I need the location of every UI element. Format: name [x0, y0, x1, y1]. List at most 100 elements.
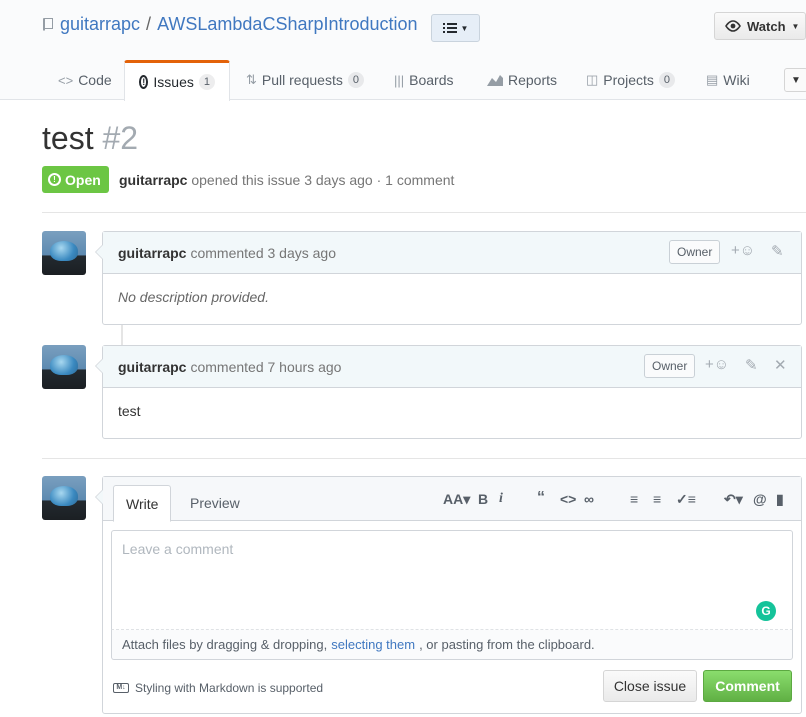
code-icon: <>: [58, 72, 74, 88]
repo-list-menu-button[interactable]: ▼: [431, 14, 480, 42]
tab-wiki[interactable]: ▤ Wiki: [706, 60, 750, 100]
grammarly-icon[interactable]: G: [756, 601, 776, 621]
mention-icon[interactable]: @: [753, 491, 767, 507]
tab-projects[interactable]: ◫ Projects 0: [586, 60, 675, 100]
issues-count-badge: 1: [198, 74, 215, 90]
divider: [42, 212, 806, 213]
pencil-icon[interactable]: ✎: [745, 356, 758, 374]
repo-separator: /: [146, 14, 152, 34]
new-comment-form: Write Preview AA▾ B i “ <> ∞ ≡ ≡ ✓≡ ↶▾ @…: [95, 476, 802, 714]
divider: [42, 458, 806, 459]
tab-pull-requests[interactable]: ⇅ Pull requests 0: [246, 60, 364, 100]
issue-author-link[interactable]: guitarrapc: [119, 172, 187, 188]
quote-icon[interactable]: “: [537, 489, 545, 507]
close-icon[interactable]: ✕: [774, 356, 787, 374]
tab-label: Pull requests: [261, 72, 343, 88]
watch-button[interactable]: Watch ▼: [714, 12, 806, 40]
issue-number: #2: [102, 120, 139, 156]
avatar[interactable]: [42, 345, 86, 389]
comment-card: guitarrapc commented 7 hours ago Owner +…: [95, 345, 802, 439]
comment-form-toolbar: Write Preview AA▾ B i “ <> ∞ ≡ ≡ ✓≡ ↶▾ @…: [103, 477, 801, 522]
bold-icon[interactable]: B: [478, 491, 488, 507]
attach-text: Attach files by dragging & dropping,: [122, 637, 328, 652]
boards-icon: |||: [394, 72, 405, 88]
attach-text-suffix: , or pasting from the clipboard.: [419, 637, 595, 652]
comment-submit-button[interactable]: Comment: [703, 670, 792, 702]
tab-boards[interactable]: ||| Boards: [394, 60, 454, 100]
ordered-list-icon[interactable]: ≡: [653, 491, 661, 507]
comment-card: guitarrapc commented 3 days ago Owner +☺…: [95, 231, 802, 325]
pencil-icon[interactable]: ✎: [771, 242, 784, 260]
comment-textarea[interactable]: Leave a comment G: [111, 530, 793, 630]
chevron-down-icon: ▼: [460, 23, 469, 33]
timeline-connector: [121, 325, 123, 346]
issue-meta-text: opened this issue 3 days ago · 1 comment: [191, 172, 455, 188]
tab-reports[interactable]: Reports: [487, 60, 557, 100]
task-list-icon[interactable]: ✓≡: [676, 491, 696, 508]
bookmark-icon[interactable]: ▮: [776, 491, 784, 508]
issue-state-badge: ! Open: [42, 166, 109, 193]
comment-header: guitarrapc commented 3 days ago Owner +☺…: [103, 232, 801, 274]
comment-header: guitarrapc commented 7 hours ago Owner +…: [103, 346, 801, 388]
repo-title: guitarrapc / AWSLambdaCSharpIntroduction: [42, 14, 418, 35]
comment-pointer: [95, 489, 103, 505]
tab-issues[interactable]: ! Issues 1: [124, 60, 230, 101]
more-tabs-button[interactable]: ▼: [784, 68, 806, 92]
projects-count-badge: 0: [658, 72, 675, 88]
avatar: [42, 476, 86, 520]
tab-label: Projects: [603, 72, 654, 88]
issue-icon: !: [139, 75, 149, 89]
markdown-icon: M↓: [113, 683, 129, 693]
issue-meta: guitarrapc opened this issue 3 days ago …: [119, 172, 454, 188]
issue-title: test #2: [42, 120, 138, 157]
tab-preview[interactable]: Preview: [178, 485, 252, 521]
issue-state-label: Open: [65, 171, 101, 188]
file-attach-bar[interactable]: Attach files by dragging & dropping, sel…: [111, 630, 793, 660]
markdown-note[interactable]: M↓ Styling with Markdown is supported: [113, 681, 323, 695]
owner-badge: Owner: [669, 240, 721, 264]
comment-pointer: [95, 358, 103, 374]
tab-label: Code: [78, 72, 112, 88]
watch-label: Watch: [747, 18, 786, 34]
add-reaction-icon[interactable]: +☺: [705, 356, 729, 373]
reports-icon: [487, 75, 503, 86]
chevron-down-icon: ▼: [791, 74, 801, 86]
select-files-link[interactable]: selecting them: [331, 637, 415, 652]
pull-requests-count-badge: 0: [347, 72, 364, 88]
comment-body: test: [118, 403, 141, 419]
comment-author-link[interactable]: guitarrapc: [118, 245, 186, 261]
tab-label: Reports: [508, 72, 558, 88]
tab-write[interactable]: Write: [113, 485, 172, 522]
comment-author-link[interactable]: guitarrapc: [118, 359, 186, 375]
owner-badge: Owner: [644, 354, 696, 378]
unordered-list-icon[interactable]: ≡: [630, 491, 638, 507]
avatar[interactable]: [42, 231, 86, 275]
close-issue-button[interactable]: Close issue: [603, 670, 697, 702]
tab-label: Boards: [409, 72, 454, 88]
italic-icon[interactable]: i: [499, 491, 503, 507]
tab-code[interactable]: <> Code: [58, 60, 112, 100]
repo-name-link[interactable]: AWSLambdaCSharpIntroduction: [157, 14, 417, 35]
code-icon[interactable]: <>: [560, 491, 576, 507]
eye-icon: [725, 20, 741, 32]
comment-placeholder: Leave a comment: [122, 541, 234, 557]
issue-open-icon: !: [48, 173, 61, 186]
comment-body: No description provided.: [118, 289, 269, 305]
text-size-icon[interactable]: AA▾: [443, 491, 470, 508]
comment-timestamp[interactable]: commented 3 days ago: [190, 245, 336, 261]
chevron-down-icon: ▼: [791, 21, 800, 31]
repo-icon: [43, 17, 53, 31]
tab-label: Issues: [153, 74, 194, 90]
comment-pointer: [95, 244, 103, 260]
list-icon: [442, 23, 457, 33]
issue-title-text: test: [42, 120, 94, 156]
add-reaction-icon[interactable]: +☺: [731, 242, 755, 259]
reply-icon[interactable]: ↶▾: [724, 491, 743, 508]
comment-timestamp[interactable]: commented 7 hours ago: [190, 359, 341, 375]
pull-request-icon: ⇅: [246, 72, 257, 87]
link-icon[interactable]: ∞: [584, 491, 594, 507]
repo-owner-link[interactable]: guitarrapc: [60, 14, 140, 35]
repo-nav-tabs: <> Code ! Issues 1 ⇅ Pull requests 0 |||…: [0, 60, 806, 101]
tab-label: Wiki: [723, 72, 750, 88]
wiki-icon: ▤: [706, 72, 719, 87]
